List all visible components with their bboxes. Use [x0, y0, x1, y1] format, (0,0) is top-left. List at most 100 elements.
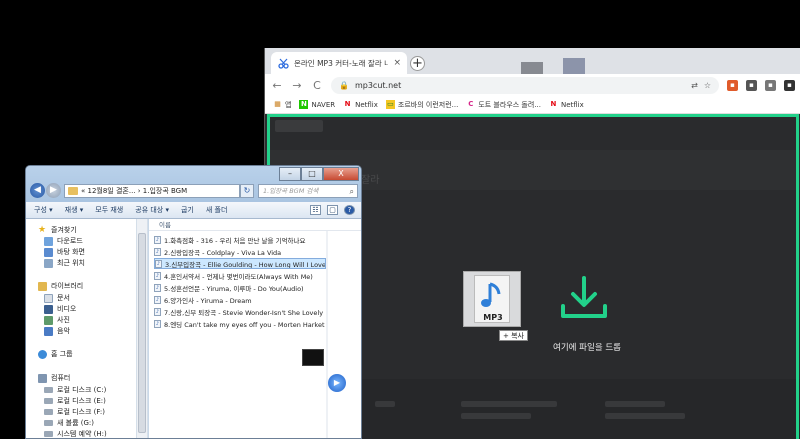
download-icon	[557, 274, 611, 328]
music-icon	[44, 326, 53, 336]
nav-label: 바탕 화면	[57, 248, 85, 256]
file-row[interactable]: ♪ 3.신부입장곡 - Ellie Goulding - How Long Wil…	[154, 258, 326, 269]
file-name: 3.신부입장곡 - Ellie Goulding - How Long Will…	[165, 260, 326, 269]
explorer-search-input[interactable]: 1.입장곡 BGM 검색 ⌕	[258, 184, 358, 198]
extension-icon[interactable]: ▪	[746, 79, 757, 91]
nav-label: 사진	[57, 316, 70, 324]
nav-favorites[interactable]: ★ 즐겨찾기	[38, 225, 77, 235]
nav-label: 비디오	[57, 305, 77, 313]
refresh-button[interactable]: ↻	[240, 184, 254, 198]
extension-icon[interactable]: ▪	[784, 79, 795, 91]
explorer-address-bar[interactable]: « 12월8일 결혼... › 1.입장곡 BGM	[64, 184, 240, 198]
nav-label: 로컬 디스크 (E:)	[57, 397, 106, 405]
tab-close-icon[interactable]: ×	[393, 58, 401, 68]
c-logo-icon: C	[468, 100, 474, 108]
translate-icon[interactable]: ⇄	[691, 81, 698, 90]
play-button[interactable]: 재생 ▾	[65, 205, 84, 215]
browser-tab[interactable]: 온라인 MP3 커터-노래 잘라 내 ×	[271, 52, 407, 74]
nav-homegroup[interactable]: 홈 그룹	[38, 349, 73, 359]
scrollbar-thumb[interactable]	[138, 233, 146, 433]
media-thumbnail	[302, 349, 324, 366]
star-icon[interactable]: ☆	[704, 81, 711, 90]
audio-file-icon: ♪	[154, 235, 161, 244]
organize-button[interactable]: 구성 ▾	[34, 205, 53, 215]
nav-drive-g[interactable]: 새 볼륨 (G:)	[44, 418, 94, 428]
audio-file-icon: ♪	[154, 283, 161, 292]
netflix-icon: N	[344, 100, 351, 108]
lock-icon: 🔒	[339, 80, 349, 90]
nav-label: 최근 위치	[57, 259, 85, 267]
nav-item-recent[interactable]: 최근 위치	[44, 258, 85, 268]
bookmark-apps[interactable]: ▦ 앱	[273, 100, 291, 110]
file-row[interactable]: ♪ 4.혼인서약서 - 언제나 몇번이라도(Always With Me)	[154, 270, 326, 281]
nav-drive-c[interactable]: 로컬 디스크 (C:)	[44, 385, 106, 395]
close-button[interactable]: X	[323, 167, 359, 181]
file-row[interactable]: ♪ 8.엔딩 Can't take my eyes off you - Morte…	[154, 318, 326, 329]
nav-item-desktop[interactable]: 바탕 화면	[44, 247, 85, 257]
extension-icon[interactable]: ▪	[765, 79, 776, 91]
bookmark-label: Netflix	[355, 100, 378, 109]
bookmark-netflix[interactable]: N Netflix	[549, 100, 584, 109]
nav-item-videos[interactable]: 비디오	[44, 304, 76, 314]
dragged-mp3-file[interactable]: MP3	[463, 271, 521, 327]
drop-zone-text[interactable]: 여기에 파일을 드롭	[537, 341, 637, 353]
share-with-button[interactable]: 공유 대상 ▾	[135, 205, 169, 215]
maximize-button[interactable]: □	[301, 167, 323, 181]
nav-drive-h[interactable]: 시스템 예약 (H:)	[44, 429, 107, 438]
nav-libraries[interactable]: 라이브러리	[38, 281, 83, 291]
audio-file-icon: ♪	[154, 307, 161, 316]
forward-button[interactable]: ▶	[46, 183, 61, 198]
address-path: « 12월8일 결혼... › 1.입장곡 BGM	[81, 187, 188, 195]
back-icon[interactable]: ←	[271, 79, 283, 92]
nav-drive-f[interactable]: 로컬 디스크 (F:)	[44, 407, 105, 417]
preview-pane-icon[interactable]: ▢	[327, 205, 338, 215]
help-icon[interactable]: ?	[344, 205, 355, 215]
minimize-button[interactable]: –	[279, 167, 301, 181]
file-name: 4.혼인서약서 - 언제나 몇번이라도(Always With Me)	[164, 272, 313, 281]
play-all-button[interactable]: 모두 재생	[95, 205, 123, 215]
file-row[interactable]: ♪ 2.신랑입장곡 - Coldplay - Viva La Vida	[154, 246, 326, 257]
extension-icon[interactable]: ▪	[727, 79, 738, 91]
nav-item-downloads[interactable]: 다운로드	[44, 236, 83, 246]
bookmark-blouse[interactable]: C 도트 블라우스 돌려...	[466, 100, 541, 110]
nav-label: 홈 그룹	[51, 350, 73, 358]
desktop-icon	[44, 247, 53, 257]
bookmark-blog[interactable]: ▭ 조르바의 이런저런...	[385, 100, 458, 110]
netflix-icon: N	[550, 100, 557, 108]
nav-computer[interactable]: 컴퓨터	[38, 373, 70, 383]
reload-icon[interactable]: C	[311, 79, 323, 92]
nav-label: 시스템 예약 (H:)	[57, 430, 107, 438]
new-tab-button[interactable]: +	[410, 56, 425, 71]
search-placeholder: 1.입장곡 BGM 검색	[263, 187, 319, 195]
nav-label: 로컬 디스크 (F:)	[57, 408, 105, 416]
navigation-pane: ★ 즐겨찾기 다운로드 바탕 화면 최근 위치 라이브러리 문서 비디오 사진 …	[26, 219, 148, 438]
nav-item-music[interactable]: 음악	[44, 326, 70, 336]
file-name: 2.신랑입장곡 - Coldplay - Viva La Vida	[164, 248, 282, 257]
nav-scrollbar[interactable]	[136, 219, 147, 438]
new-folder-button[interactable]: 새 폴더	[206, 205, 228, 215]
nav-item-pictures[interactable]: 사진	[44, 315, 70, 325]
file-row[interactable]: ♪ 1.화촉점화 - 316 - 우리 처음 만난 날을 기억하나요	[154, 234, 326, 245]
file-name: 5.성혼선언문 - Yiruma, 이루마 - Do You(Audio)	[164, 284, 304, 293]
drop-zone-border	[267, 114, 799, 117]
bookmark-netflix[interactable]: N Netflix	[343, 100, 378, 109]
tab-title: 온라인 MP3 커터-노래 잘라 내	[294, 58, 389, 68]
file-row[interactable]: ♪ 6.양가인사 - Yiruma - Dream	[154, 294, 326, 305]
browser-toolbar: ← → C 🔒 mp3cut.net ⇄ ☆ ▪ ▪ ▪ ▪	[265, 74, 800, 96]
back-button[interactable]: ◀	[30, 183, 45, 198]
explorer-title-bar: – □ X ◀ ▶ « 12월8일 결혼... › 1.입장곡 BGM ↻ 1.…	[26, 166, 361, 206]
nav-item-documents[interactable]: 문서	[44, 293, 70, 303]
file-name: 1.화촉점화 - 316 - 우리 처음 만난 날을 기억하나요	[164, 236, 306, 245]
nav-drive-e[interactable]: 로컬 디스크 (E:)	[44, 396, 106, 406]
media-play-icon[interactable]: ▶	[328, 374, 346, 392]
forward-icon[interactable]: →	[291, 79, 303, 92]
file-row[interactable]: ♪ 7.신랑,신부 퇴장곡 - Stevie Wonder-Isn't She L…	[154, 306, 326, 317]
file-row[interactable]: ♪ 5.성혼선언문 - Yiruma, 이루마 - Do You(Audio)	[154, 282, 326, 293]
audio-file-icon: ♪	[154, 271, 161, 280]
address-bar[interactable]: 🔒 mp3cut.net ⇄ ☆	[331, 76, 719, 94]
bookmark-naver[interactable]: N NAVER	[299, 100, 335, 109]
column-header-name[interactable]: 이름	[149, 219, 361, 231]
burn-button[interactable]: 굽기	[181, 205, 194, 215]
view-options-icon[interactable]: ☷	[310, 205, 321, 215]
bookmark-label: NAVER	[311, 100, 336, 109]
